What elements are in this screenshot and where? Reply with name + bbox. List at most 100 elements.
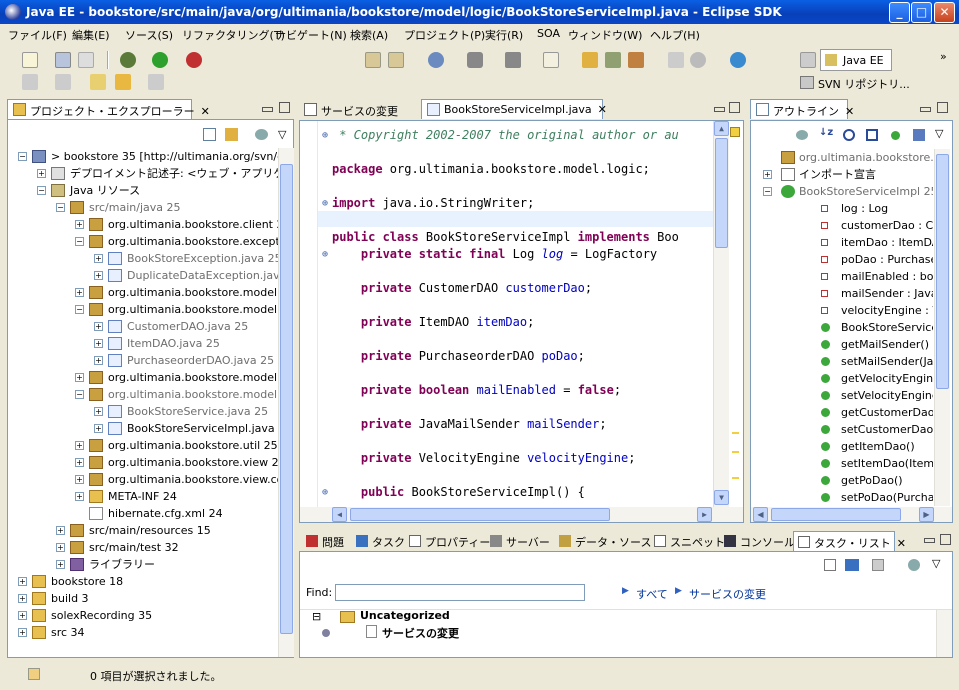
task-priority-icon[interactable] bbox=[322, 629, 330, 637]
menu-window[interactable]: ウィンドウ(W) bbox=[568, 27, 642, 43]
fold-expand-icon[interactable]: ⊕ bbox=[322, 250, 331, 260]
hide-nonpublic-icon[interactable] bbox=[891, 131, 900, 140]
outline-item[interactable]: − BookStoreServiceImpl 25 bbox=[751, 183, 933, 200]
minimize-icon[interactable] bbox=[262, 107, 273, 112]
outline-item[interactable]: velocityEngine : Vel bbox=[751, 302, 933, 319]
outline-hscrollbar[interactable]: ◀ ▶ bbox=[751, 507, 952, 522]
tree-item[interactable]: + デプロイメント記述子: <ウェブ・アプリケーショ bbox=[8, 165, 278, 182]
collapse-icon[interactable]: − bbox=[763, 187, 772, 196]
maximize-button[interactable]: □ bbox=[911, 2, 932, 23]
expand-icon[interactable]: + bbox=[94, 339, 103, 348]
tree-item[interactable]: + org.ultimania.bookstore.util 25 bbox=[8, 437, 278, 454]
tree-item[interactable]: + org.ultimania.bookstore.client 25 bbox=[8, 216, 278, 233]
menu-navigate[interactable]: ナビゲート(N) bbox=[275, 27, 347, 43]
overview-ruler-warning[interactable] bbox=[730, 127, 740, 137]
filter-icon[interactable] bbox=[908, 559, 920, 571]
expand-icon[interactable]: + bbox=[56, 543, 65, 552]
expand-icon[interactable]: + bbox=[56, 526, 65, 535]
tab-data-source[interactable]: データ・ソース bbox=[555, 531, 651, 551]
explorer-scrollbar[interactable] bbox=[278, 148, 294, 657]
view-menu-icon[interactable]: ▽ bbox=[935, 127, 943, 140]
open-type-icon[interactable] bbox=[505, 52, 521, 68]
tree-item[interactable]: + ライブラリー bbox=[8, 556, 278, 573]
outline-item[interactable]: mailEnabled : boole bbox=[751, 268, 933, 285]
new-class-icon[interactable] bbox=[428, 52, 444, 68]
expand-icon[interactable]: + bbox=[94, 254, 103, 263]
collapse-icon[interactable]: − bbox=[37, 186, 46, 195]
new-icon[interactable] bbox=[22, 52, 38, 68]
close-button[interactable]: ✕ bbox=[934, 2, 955, 23]
tab-properties[interactable]: プロパティー bbox=[405, 531, 490, 551]
outline-item[interactable]: getMailSender() bbox=[751, 336, 933, 353]
run-icon[interactable] bbox=[152, 52, 168, 68]
editor-hscroll-thumb[interactable] bbox=[350, 508, 610, 521]
expand-icon[interactable]: + bbox=[75, 288, 84, 297]
tree-item[interactable]: + org.ultimania.bookstore.view.conv bbox=[8, 471, 278, 488]
tree-item[interactable]: + src/main/test 32 bbox=[8, 539, 278, 556]
tree-item[interactable]: + CustomerDAO.java 25 bbox=[8, 318, 278, 335]
tab-tasks[interactable]: タスク bbox=[352, 531, 405, 551]
annotation-icon[interactable] bbox=[690, 52, 706, 68]
synchronize-icon[interactable] bbox=[845, 559, 859, 571]
outline-item[interactable]: getPoDao() bbox=[751, 472, 933, 489]
debug-icon[interactable] bbox=[120, 52, 136, 68]
find-input[interactable] bbox=[335, 584, 585, 601]
scroll-right-icon[interactable]: ▶ bbox=[697, 507, 712, 522]
scroll-right-icon[interactable]: ▶ bbox=[919, 507, 934, 522]
outline-item[interactable]: BookStoreServiceIm bbox=[751, 319, 933, 336]
menu-soa[interactable]: SOA bbox=[537, 27, 560, 40]
outline-item[interactable]: + インポート宣言 bbox=[751, 166, 933, 183]
expand-icon[interactable]: + bbox=[75, 492, 84, 501]
link-change-service[interactable]: サービスの変更 bbox=[689, 586, 766, 602]
tree-item[interactable]: + ItemDAO.java 25 bbox=[8, 335, 278, 352]
fold-expand-icon[interactable]: ⊕ bbox=[322, 131, 331, 141]
tree-item[interactable]: hibernate.cfg.xml 24 bbox=[8, 505, 278, 522]
marker-icon[interactable] bbox=[668, 52, 684, 68]
expand-icon[interactable]: + bbox=[94, 271, 103, 280]
menu-project[interactable]: プロジェクト(P) bbox=[404, 27, 485, 43]
back-to-icon[interactable] bbox=[90, 74, 106, 90]
menu-edit[interactable]: 編集(E) bbox=[72, 27, 110, 43]
new-task-icon[interactable] bbox=[824, 559, 836, 571]
tree-item[interactable]: + META-INF 24 bbox=[8, 488, 278, 505]
filter-icon[interactable] bbox=[796, 130, 808, 140]
expand-icon[interactable]: + bbox=[94, 407, 103, 416]
menu-run[interactable]: 実行(R) bbox=[485, 27, 523, 43]
explorer-scroll-thumb[interactable] bbox=[280, 164, 293, 634]
collapse-icon[interactable]: − bbox=[75, 237, 84, 246]
task-change-service[interactable]: サービスの変更 bbox=[382, 625, 459, 641]
tree-item[interactable]: + BookStoreService.java 25 bbox=[8, 403, 278, 420]
hide-local-types-icon[interactable] bbox=[913, 129, 925, 141]
search-icon[interactable] bbox=[605, 52, 621, 68]
expand-icon[interactable]: + bbox=[763, 170, 772, 179]
tab-servers[interactable]: サーバー bbox=[486, 531, 550, 551]
perspective-svn[interactable]: SVN リポジトリ... bbox=[800, 74, 910, 92]
tree-item[interactable]: − Java リソース bbox=[8, 182, 278, 199]
expand-icon[interactable]: + bbox=[37, 169, 46, 178]
outline-item[interactable]: org.ultimania.bookstore.m bbox=[751, 149, 933, 166]
filter-icon[interactable] bbox=[255, 129, 268, 140]
outline-item[interactable]: setMailSender(Java bbox=[751, 353, 933, 370]
next-annotation-icon[interactable] bbox=[55, 74, 71, 90]
minimize-icon[interactable] bbox=[924, 538, 935, 543]
overview-marker[interactable] bbox=[732, 451, 739, 453]
maximize-icon[interactable] bbox=[729, 102, 740, 113]
outline-item[interactable]: setItemDao(ItemDA bbox=[751, 455, 933, 472]
fold-expand-icon[interactable]: ⊕ bbox=[322, 488, 331, 498]
menu-source[interactable]: ソース(S) bbox=[125, 27, 173, 43]
tab-project-explorer[interactable]: プロジェクト・エクスプローラー ✕ bbox=[7, 99, 210, 119]
hide-static-icon[interactable] bbox=[866, 129, 878, 141]
expand-icon[interactable]: + bbox=[18, 594, 27, 603]
collapse-icon[interactable]: − bbox=[56, 203, 65, 212]
maximize-icon[interactable] bbox=[279, 102, 290, 113]
collapse-icon[interactable]: ⊟ bbox=[312, 610, 321, 623]
sort-icon[interactable]: ↓z bbox=[819, 127, 833, 138]
tab-problems[interactable]: 問題 bbox=[302, 531, 344, 551]
tab-bookstoreserviceimpl[interactable]: BookStoreServiceImpl.java ✕ bbox=[421, 99, 607, 119]
status-icon[interactable] bbox=[28, 668, 40, 680]
tree-item[interactable]: − src/main/java 25 bbox=[8, 199, 278, 216]
tree-item[interactable]: + org.ultimania.bookstore.view 25 bbox=[8, 454, 278, 471]
collapse-icon[interactable]: − bbox=[18, 152, 27, 161]
globe-icon[interactable] bbox=[730, 52, 746, 68]
tree-item[interactable]: + PurchaseorderDAO.java 25 bbox=[8, 352, 278, 369]
